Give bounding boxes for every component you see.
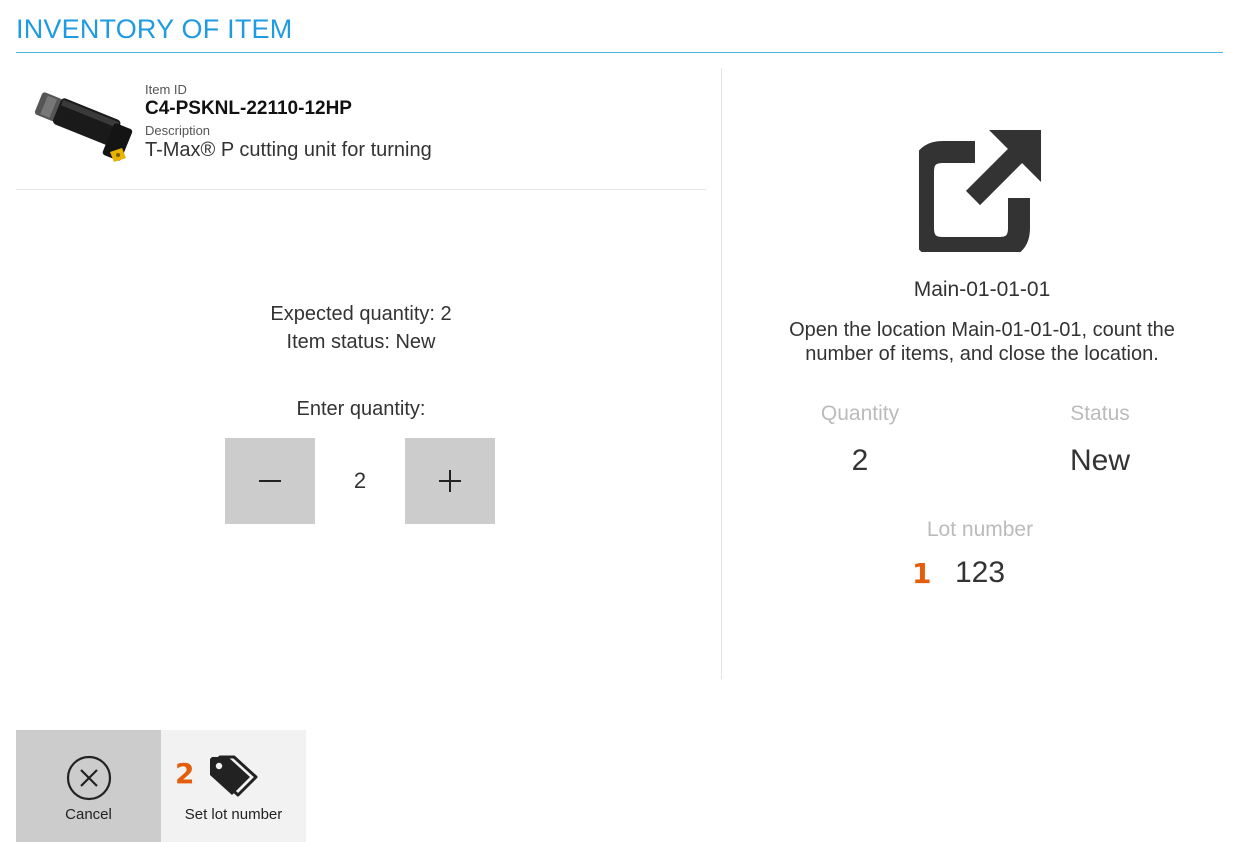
location-panel: Main-01-01-01 Open the location Main-01-… (722, 68, 1242, 679)
lot-number-label: Lot number (926, 518, 1034, 541)
increase-button[interactable] (405, 438, 495, 524)
decrease-button[interactable] (225, 438, 315, 524)
annotation-marker-1: 1 (912, 557, 932, 590)
status-value: New (1069, 444, 1130, 477)
status-field: Status New (1040, 402, 1160, 478)
quantity-stepper: 2 (225, 438, 495, 524)
annotation-marker-2: 2 (175, 757, 195, 790)
cancel-button[interactable]: Cancel (16, 730, 161, 842)
set-lot-number-label: Set lot number (184, 806, 283, 823)
quantity-field: Quantity 2 (800, 402, 920, 478)
plus-icon (439, 470, 461, 492)
quantity-value[interactable]: 2 (315, 438, 405, 524)
cancel-circle-icon (66, 755, 111, 801)
item-status: Item status: New (286, 331, 436, 353)
tags-icon (209, 755, 257, 797)
item-id-label: Item ID (145, 82, 187, 97)
cancel-label: Cancel (65, 806, 112, 823)
cutting-tool-image (34, 92, 133, 162)
minus-icon (259, 480, 281, 482)
location-name: Main-01-01-01 (913, 278, 1051, 301)
enter-quantity-label: Enter quantity: (296, 398, 426, 420)
location-quantity-value: 2 (851, 444, 869, 477)
expected-quantity: Expected quantity: 2 (270, 303, 452, 325)
status-label: Status (1070, 402, 1130, 425)
quantity-info: Expected quantity: 2 Item status: New (16, 300, 706, 356)
description-label: Description (145, 123, 211, 138)
item-description: T-Max® P cutting unit for turning (145, 139, 432, 161)
item-info: Item ID C4-PSKNL-22110-12HP Description … (145, 82, 432, 162)
location-instruction: Open the location Main-01-01-01, count t… (789, 319, 1175, 365)
item-id: C4-PSKNL-22110-12HP (145, 98, 352, 119)
quantity-label: Quantity (820, 402, 900, 425)
open-external-icon (919, 130, 1041, 252)
page-header: INVENTORY OF ITEM (16, 12, 1223, 53)
item-card: Item ID C4-PSKNL-22110-12HP Description … (16, 68, 706, 190)
page-title: INVENTORY OF ITEM (16, 14, 293, 44)
item-panel: Item ID C4-PSKNL-22110-12HP Description … (16, 68, 706, 679)
